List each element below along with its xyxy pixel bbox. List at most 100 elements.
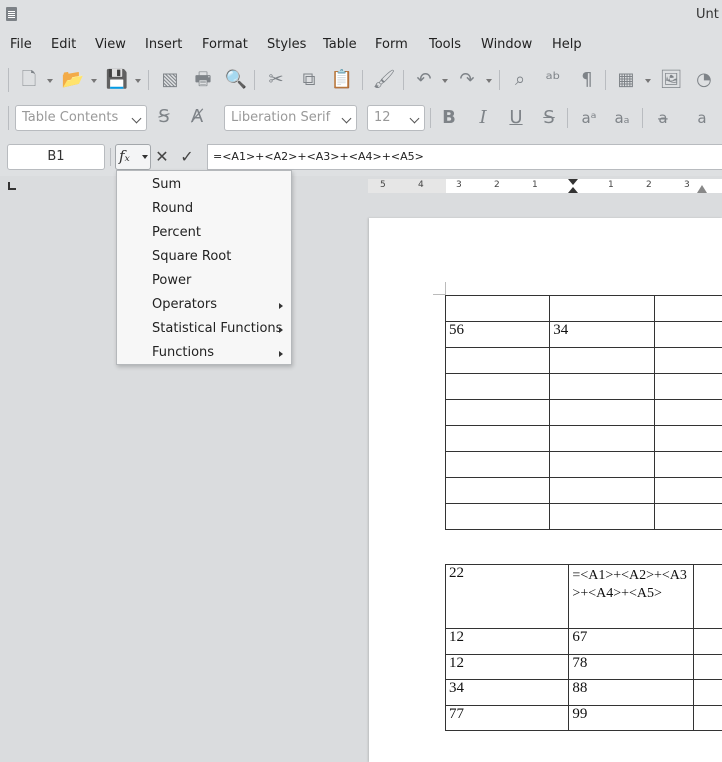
superscript-icon[interactable]: aᵃ	[577, 108, 601, 128]
formula-button[interactable]: fₓ	[115, 144, 151, 170]
save-icon[interactable]: 💾	[105, 70, 129, 90]
insert-image-icon[interactable]: 🖼	[659, 70, 683, 90]
table-cell[interactable]: 22	[444, 564, 570, 629]
table-cell[interactable]: 78	[568, 654, 694, 680]
paragraph-style-combo[interactable]: Table Contents	[15, 105, 147, 131]
subscript-icon[interactable]: aₐ	[610, 108, 634, 128]
find-replace-icon[interactable]: ⌕	[508, 70, 532, 90]
table-cell[interactable]	[549, 477, 655, 504]
table-cell[interactable]	[692, 654, 722, 680]
apply-icon[interactable]: ✓	[175, 147, 199, 167]
table-cell[interactable]	[444, 503, 551, 530]
cut-icon[interactable]: ✂	[264, 70, 288, 90]
table-cell[interactable]	[653, 399, 722, 426]
menu-item-functions[interactable]: Functions	[152, 345, 214, 360]
bold-icon[interactable]: B	[437, 108, 461, 128]
menu-format[interactable]: Format	[202, 37, 248, 52]
column-marker[interactable]	[697, 185, 707, 193]
menu-edit[interactable]: Edit	[51, 37, 76, 52]
table-cell[interactable]	[692, 679, 722, 706]
table-cell[interactable]	[444, 347, 551, 374]
clone-formatting-icon[interactable]: 🖌	[372, 70, 396, 90]
table-cell[interactable]	[549, 425, 655, 452]
table-cell[interactable]	[549, 399, 655, 426]
print-preview-icon[interactable]: 🔍	[224, 70, 248, 90]
new-document-icon[interactable]: 🗋	[17, 70, 41, 90]
table-cell[interactable]: 34	[549, 321, 655, 348]
formula-input[interactable]: =<A1>+<A2>+<A3>+<A4>+<A5>	[207, 144, 722, 170]
table-cell[interactable]: 88	[568, 679, 694, 706]
table-cell[interactable]	[444, 477, 551, 504]
open-folder-icon[interactable]: 📂	[61, 70, 85, 90]
save-dropdown-caret[interactable]	[135, 79, 141, 83]
clear-formatting-icon[interactable]: a̶	[651, 108, 675, 128]
menu-insert[interactable]: Insert	[145, 37, 182, 52]
table-cell[interactable]: 12	[444, 654, 570, 680]
table-cell[interactable]: 34	[444, 679, 570, 706]
menu-table[interactable]: Table	[323, 37, 357, 52]
undo-icon[interactable]: ↶	[412, 70, 436, 90]
redo-icon[interactable]: ↷	[455, 70, 479, 90]
redo-dropdown-caret[interactable]	[486, 79, 492, 83]
menu-item-statistical-functions[interactable]: Statistical Functions	[152, 321, 282, 336]
table-2[interactable]: 22 =<A1>+<A2>+<A3>+<A4>+<A5> 12 67 12 78 34 88 7…	[444, 564, 722, 731]
table-cell[interactable]	[444, 295, 551, 322]
table-cell[interactable]: 56	[444, 321, 551, 348]
print-icon[interactable]: 🖶	[191, 70, 215, 90]
font-name-combo[interactable]: Liberation Serif	[224, 105, 357, 131]
table-cell[interactable]	[692, 628, 722, 655]
table-cell[interactable]	[653, 321, 722, 348]
menu-item-percent[interactable]: Percent	[152, 225, 201, 240]
strikethrough-icon[interactable]: S	[537, 108, 561, 128]
open-dropdown-caret[interactable]	[91, 79, 97, 83]
menu-form[interactable]: Form	[375, 37, 408, 52]
table-cell[interactable]	[653, 373, 722, 400]
table-cell[interactable]	[444, 451, 551, 478]
new-dropdown-caret[interactable]	[47, 79, 53, 83]
left-indent-marker[interactable]	[568, 187, 578, 193]
menu-styles[interactable]: Styles	[267, 37, 306, 52]
undo-dropdown-caret[interactable]	[442, 79, 448, 83]
formatting-marks-icon[interactable]: ¶	[575, 70, 599, 90]
table-cell[interactable]	[444, 373, 551, 400]
table-cell[interactable]	[653, 425, 722, 452]
table-cell[interactable]	[653, 295, 722, 322]
table-1[interactable]: 56 34	[444, 295, 722, 530]
first-line-indent-marker[interactable]	[568, 179, 578, 185]
export-pdf-icon[interactable]: ▧	[158, 70, 182, 90]
new-style-icon[interactable]: Ⱥ	[185, 107, 209, 127]
insert-table-icon[interactable]: ▦	[614, 70, 638, 90]
menu-item-operators[interactable]: Operators	[152, 297, 217, 312]
menu-view[interactable]: View	[95, 37, 126, 52]
menu-tools[interactable]: Tools	[429, 37, 461, 52]
document-page[interactable]: 56 34 22 =<A1>+<A2>+<A3>+<A4>+<A5> 12 67 12 78…	[369, 218, 722, 762]
underline-icon[interactable]: U	[504, 108, 528, 128]
spelling-icon[interactable]: ᵃᵇ	[541, 70, 565, 90]
table-cell[interactable]: 67	[568, 628, 694, 655]
table-cell[interactable]	[549, 451, 655, 478]
character-highlight-icon[interactable]: a	[690, 108, 714, 128]
italic-icon[interactable]: I	[471, 108, 495, 128]
table-cell[interactable]	[444, 425, 551, 452]
table-cell[interactable]: =<A1>+<A2>+<A3>+<A4>+<A5>	[568, 564, 694, 629]
table-cell[interactable]	[549, 503, 655, 530]
table-cell[interactable]: 99	[568, 705, 694, 731]
cancel-icon[interactable]: ✕	[150, 147, 174, 167]
table-cell[interactable]	[444, 399, 551, 426]
table-cell[interactable]	[549, 373, 655, 400]
table-cell[interactable]	[653, 347, 722, 374]
menu-item-power[interactable]: Power	[152, 273, 191, 288]
table-cell[interactable]	[549, 295, 655, 322]
table-cell[interactable]	[692, 564, 722, 629]
table-cell[interactable]	[653, 451, 722, 478]
paste-icon[interactable]: 📋	[330, 70, 354, 90]
menu-item-sum[interactable]: Sum	[152, 177, 181, 192]
copy-icon[interactable]: ⧉	[297, 70, 321, 90]
table-cell[interactable]	[653, 477, 722, 504]
table-cell[interactable]: 12	[444, 628, 570, 655]
update-style-icon[interactable]: Ꞩ	[152, 107, 176, 127]
menu-window[interactable]: Window	[481, 37, 532, 52]
table-cell[interactable]: 77	[444, 705, 570, 731]
insert-chart-icon[interactable]: ◔	[692, 70, 716, 90]
menu-file[interactable]: File	[10, 37, 32, 52]
